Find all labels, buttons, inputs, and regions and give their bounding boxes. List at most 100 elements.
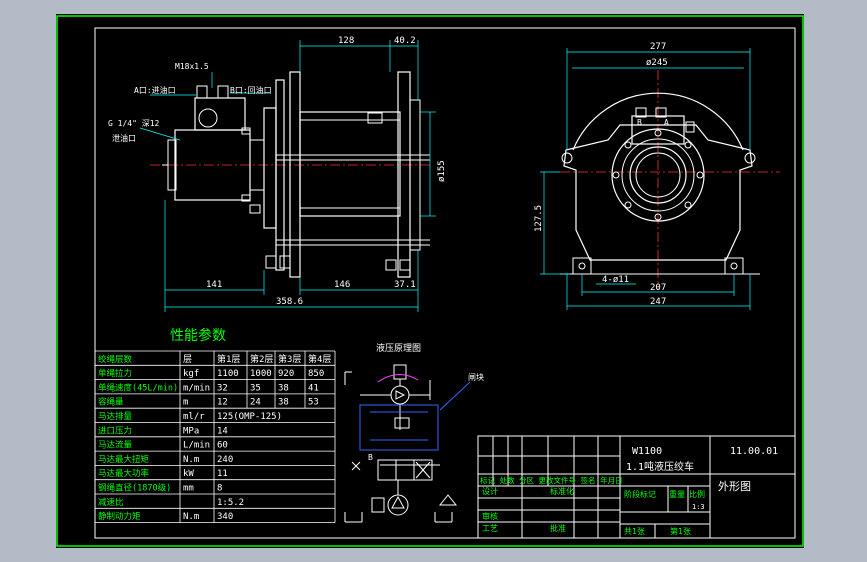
table-cell-r1-c1: kgf [183,369,199,379]
table-cell-r8-c0: 马达最大功率 [98,468,150,479]
dim-155: ø155 [437,160,447,182]
table-cell-r11-c1: N.m [183,512,199,522]
table-cell-r8-c2: 11 [217,469,228,479]
title-scale: 比例 [689,489,705,499]
table-cell-r1-c0: 单绳拉力 [98,368,132,379]
performance-title: 性能参数 [170,327,226,344]
side-port-a: A [664,118,669,127]
title-approve: 批准 [550,523,566,533]
table-cell-r9-c1: mm [183,484,194,494]
table-cell-r2-c2: 32 [217,383,228,393]
dim-277: 277 [650,42,666,52]
left-plate [275,79,285,271]
table-cell-r10-c2: 1:5.2 [217,498,244,508]
dim-141: 141 [206,280,222,290]
note-m18: M18x1.5 [175,62,209,71]
title-scale-value: 1:3 [692,503,705,511]
table-cell-r0-c2: 第1层 [217,353,240,365]
note-g14: G 1/4" 深12 [108,119,160,128]
table-cell-r0-c5: 第4层 [308,353,331,365]
table-cell-r10-c0: 减速比 [98,497,124,508]
hydraulic-port-b: B [368,453,373,462]
title-model: W1100 [632,446,662,457]
table-cell-r8-c1: kW [183,469,194,479]
table-cell-r0-c0: 绞绳层数 [98,354,133,365]
title-sheets: 共1张 [624,527,645,536]
dim-127-5: 127.5 [534,205,544,232]
table-cell-r7-c1: N.m [183,455,199,465]
left-support [289,71,301,278]
title-standardize: 标准化 [550,486,574,496]
table-cell-r6-c0: 马达流量 [98,440,133,451]
table-cell-r3-c5: 53 [308,398,319,408]
drawing-canvas: 128 40.2 ø155 141 146 37.1 358.6 M18x1.5… [56,15,804,547]
title-weight: 重量 [669,489,685,499]
table-cell-r1-c5: 850 [308,369,324,379]
foot-left [572,257,592,275]
valve-port-circle [198,108,218,128]
title-check: 审核 [482,511,498,521]
table-cell-r2-c0: 单绳速度(45L/min) [98,382,178,393]
dim-245: ø245 [646,58,668,68]
table-cell-r3-c0: 容绳量 [98,397,124,408]
note-port-b: B口:回油口 [230,85,272,95]
title-name: 1.1吨液压绞车 [626,460,694,473]
title-header-row: 标记 处数 分区 更改文件号 签名 年月日 [480,475,623,485]
table-cell-r2-c1: m/min [183,383,210,393]
table-cell-r5-c0: 进口压力 [98,425,132,436]
table-cell-r3-c4: 38 [278,398,289,408]
hydraulic-title: 液压原理图 [376,342,421,354]
table-cell-r0-c3: 第2层 [250,353,273,365]
table-cell-r11-c0: 静制动力矩 [98,511,141,522]
table-cell-r0-c4: 第3层 [278,353,301,365]
table-cell-r9-c0: 钢绳直径(1870级) [98,483,171,494]
table-cell-r6-c1: L/min [183,441,210,451]
title-sheet-no: 第1张 [670,526,691,536]
dim-207: 207 [650,283,666,293]
note-drain: 泄油口 [112,133,136,143]
dim-146: 146 [334,280,350,290]
table-cell-r9-c2: 8 [217,484,222,494]
right-plate [409,99,421,251]
dim-37-1: 37.1 [394,280,416,290]
title-stage-marks: 阶段标记 [624,489,656,499]
title-design: 设计 [482,486,498,496]
table-cell-r4-c2: 125(OMP-125) [217,412,282,422]
table-cell-r3-c2: 12 [217,398,228,408]
table-cell-r5-c1: MPa [183,426,199,436]
title-process: 工艺 [482,524,498,533]
front-view: 128 40.2 ø155 141 146 37.1 358.6 M18x1.5… [108,36,447,312]
table-cell-r4-c0: 马达排量 [98,411,133,422]
foot-right [724,257,744,275]
table-cell-r3-c1: m [183,398,188,408]
title-view-name: 外形图 [718,480,751,493]
drawing-sheet: 128 40.2 ø155 141 146 37.1 358.6 M18x1.5… [56,14,804,548]
hydraulic-schematic: 液压原理图 闸块 B [344,342,484,523]
dim-4-11: 4-ø11 [602,275,629,285]
table-cell-r1-c3: 1000 [250,369,272,379]
table-cell-r1-c2: 1100 [217,369,239,379]
drawing-stage: 128 40.2 ø155 141 146 37.1 358.6 M18x1.5… [0,0,867,562]
table-cell-r4-c1: ml/r [183,412,205,422]
performance-table: 绞绳层数 层 第1层 第2层 第3层 第4层单绳拉力 kgf 1100 1000 920 850 单绳… [94,350,336,523]
table-cell-r7-c2: 240 [217,455,233,465]
dim-247: 247 [650,297,666,307]
title-drawing-no: 11.00.01 [730,446,778,457]
table-cell-r2-c4: 38 [278,383,289,393]
drum [299,111,401,217]
table-cell-r3-c3: 24 [250,398,261,408]
table-cell-r6-c2: 60 [217,441,228,451]
table-cell-r2-c5: 41 [308,383,319,393]
left-flange [263,107,277,229]
hydraulic-valve-label: 闸块 [468,372,484,382]
dim-40-2: 40.2 [394,36,416,46]
note-port-a: A口:进油口 [134,85,176,95]
table-cell-r2-c3: 35 [250,383,261,393]
side-view: B A 277 ø245 127.5 4-ø11 207 247 [534,42,780,310]
table-cell-r7-c0: 马达最大扭矩 [98,454,150,465]
table-cell-r11-c2: 340 [217,512,233,522]
side-port-b: B [637,118,642,127]
table-cell-r5-c2: 14 [217,426,228,436]
dim-128: 128 [338,36,354,46]
dim-358-6: 358.6 [276,297,303,307]
